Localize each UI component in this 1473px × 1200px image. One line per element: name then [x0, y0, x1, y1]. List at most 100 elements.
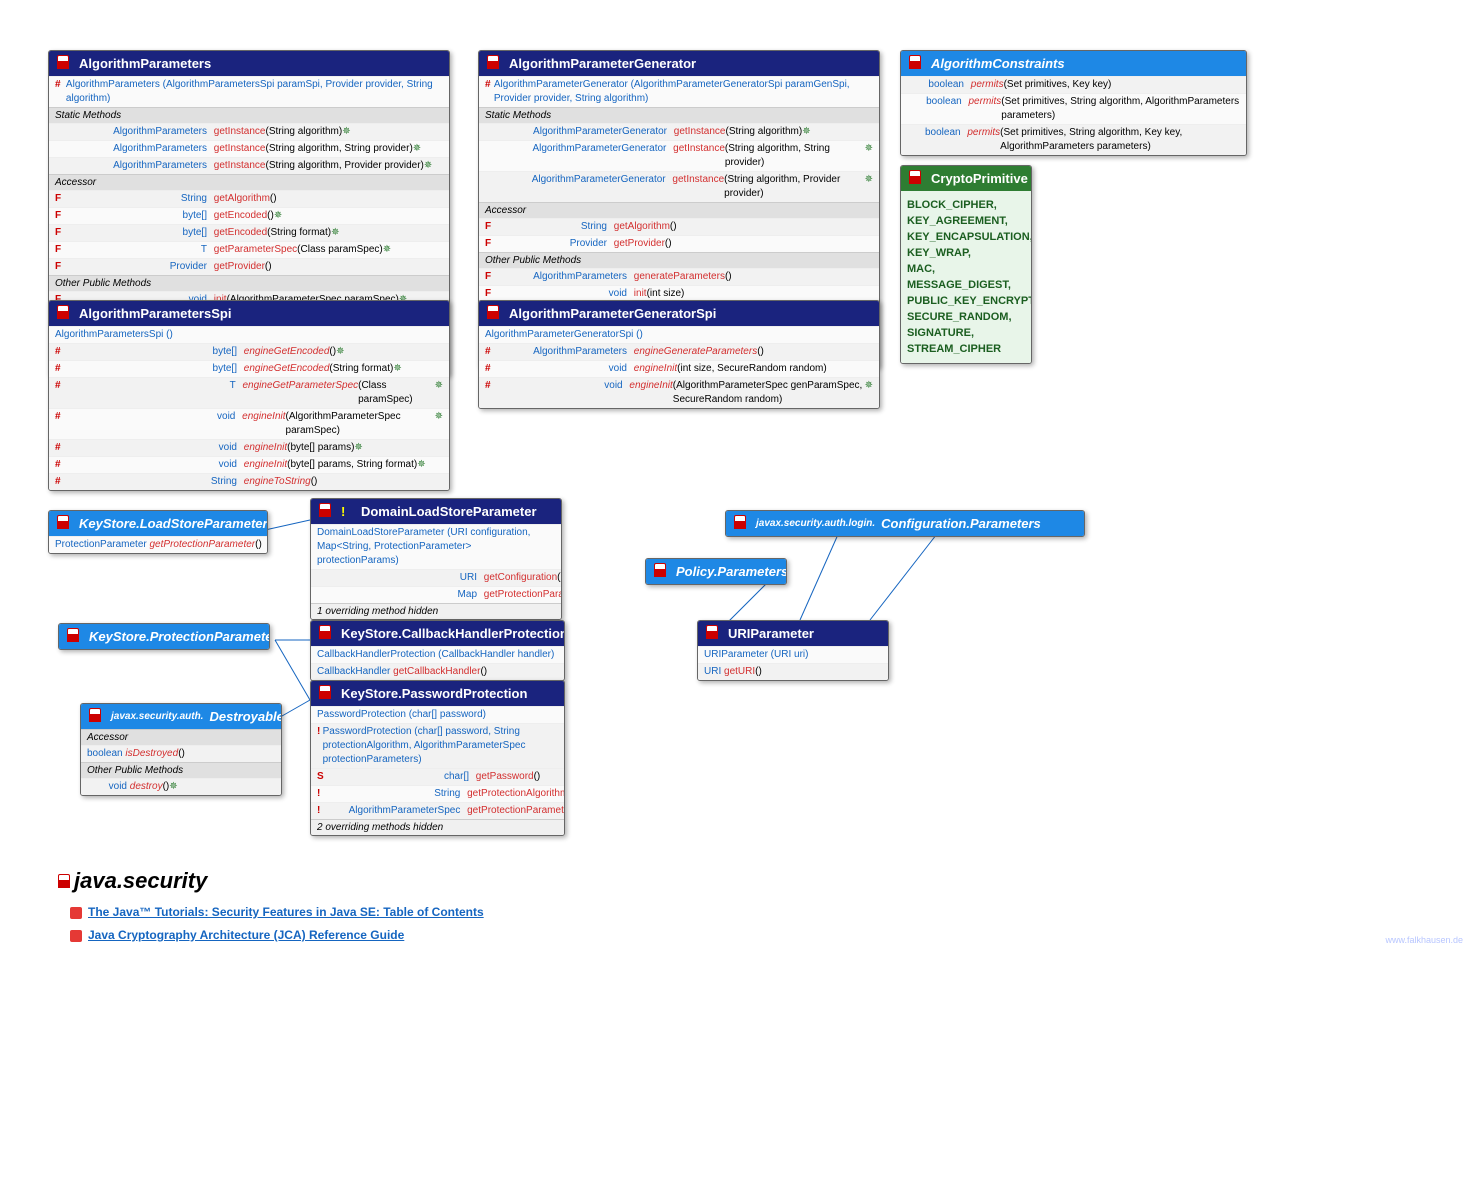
watermark: www.falkhausen.de	[1385, 935, 1463, 970]
section-accessor: Accessor	[81, 729, 281, 745]
method-row: F T getParameterSpec (Class paramSpec) ✵	[49, 241, 449, 258]
constructor: CallbackHandlerProtection (CallbackHandl…	[311, 646, 564, 663]
method-row: ProtectionParameter getProtectionParamet…	[49, 536, 267, 553]
enum-crypto-primitive: CryptoPrimitive BLOCK_CIPHER,KEY_AGREEME…	[900, 165, 1032, 364]
lock-icon	[909, 170, 925, 187]
lock-icon	[706, 625, 722, 642]
section-accessor: Accessor	[49, 174, 449, 190]
interface-algorithm-constraints: AlgorithmConstraints boolean permits (Se…	[900, 50, 1247, 156]
class-callback-handler-protection: KeyStore.CallbackHandlerProtection Callb…	[310, 620, 565, 681]
class-algorithm-parameter-generator-spi: AlgorithmParameterGeneratorSpi Algorithm…	[478, 300, 880, 409]
class-title: AlgorithmConstraints	[931, 56, 1065, 71]
constructor: #AlgorithmParameters (AlgorithmParameter…	[49, 76, 449, 107]
class-title: AlgorithmParameters	[79, 56, 211, 71]
oracle-icon	[70, 930, 82, 942]
constructor: #AlgorithmParameterGenerator (AlgorithmP…	[479, 76, 879, 107]
class-title: Configuration.Parameters	[881, 516, 1041, 531]
hidden-note: 2 overriding methods hidden	[311, 819, 564, 835]
constructor: AlgorithmParameterGeneratorSpi ()	[479, 326, 879, 343]
method-row: !AlgorithmParameterSpec getProtectionPar…	[311, 802, 564, 819]
class-title: AlgorithmParameterGenerator	[509, 56, 696, 71]
section-static: Static Methods	[49, 107, 449, 123]
class-algorithm-parameters-spi: AlgorithmParametersSpi AlgorithmParamete…	[48, 300, 450, 491]
method-row: #void engineInit (AlgorithmParameterSpec…	[479, 377, 879, 408]
lock-icon	[57, 305, 73, 322]
lock-icon	[487, 305, 503, 322]
constructor: !PasswordProtection (char[] password, St…	[311, 723, 564, 768]
interface-policy-parameters: Policy.Parameters	[645, 558, 787, 585]
method-row: AlgorithmParameterGenerator getInstance …	[479, 140, 879, 171]
constructor: PasswordProtection (char[] password)	[311, 706, 564, 723]
class-title: Destroyable	[209, 709, 282, 724]
method-row: #void engineInit (AlgorithmParameterSpec…	[49, 408, 449, 439]
method-row: FString getAlgorithm ()	[49, 190, 449, 207]
lock-icon	[909, 55, 925, 72]
lock-icon	[89, 708, 105, 725]
method-row: FAlgorithmParameters generateParameters …	[479, 268, 879, 285]
lock-icon	[319, 625, 335, 642]
method-row: !String getProtectionAlgorithm ()	[311, 785, 564, 802]
class-password-protection: KeyStore.PasswordProtection PasswordProt…	[310, 680, 565, 836]
method-row: boolean permits (Set primitives, String …	[901, 93, 1246, 124]
method-row: boolean permits (Set primitives, String …	[901, 124, 1246, 155]
method-row: #AlgorithmParameters engineGenerateParam…	[479, 343, 879, 360]
interface-configuration-parameters: javax.security.auth.login.Configuration.…	[725, 510, 1085, 537]
interface-load-store-parameter: KeyStore.LoadStoreParameter ProtectionPa…	[48, 510, 268, 554]
jca-link[interactable]: Java Cryptography Architecture (JCA) Ref…	[70, 928, 404, 942]
method-row: #void engineInit (int size, SecureRandom…	[479, 360, 879, 377]
method-row: #byte[] engineGetEncoded () ✵	[49, 343, 449, 360]
method-row: boolean isDestroyed ()	[81, 745, 281, 762]
class-domain-load-store-parameter: ! DomainLoadStoreParameter DomainLoadSto…	[310, 498, 562, 620]
interface-destroyable: javax.security.auth.Destroyable Accessor…	[80, 703, 282, 796]
method-row: Fbyte[] getEncoded () ✵	[49, 207, 449, 224]
section-other: Other Public Methods	[81, 762, 281, 778]
class-title: DomainLoadStoreParameter	[361, 504, 537, 519]
class-title: URIParameter	[728, 626, 814, 641]
method-row: #String engineToString ()	[49, 473, 449, 490]
package-header: java.security	[58, 868, 207, 894]
method-row: #void engineInit (byte[] params, String …	[49, 456, 449, 473]
method-row: void destroy () ✵	[81, 778, 281, 795]
section-static: Static Methods	[479, 107, 879, 123]
method-row: FString getAlgorithm ()	[479, 218, 879, 235]
lock-icon	[58, 880, 74, 891]
method-row: AlgorithmParameters getInstance (String …	[49, 157, 449, 174]
class-title: KeyStore.PasswordProtection	[341, 686, 527, 701]
method-row: URI getURI ()	[698, 663, 888, 680]
tutorial-link[interactable]: The Java™ Tutorials: Security Features i…	[70, 905, 484, 919]
constructor: DomainLoadStoreParameter (URI configurat…	[311, 524, 561, 569]
class-title: AlgorithmParameterGeneratorSpi	[509, 306, 716, 321]
class-title: KeyStore.CallbackHandlerProtection	[341, 626, 565, 641]
section-other: Other Public Methods	[479, 252, 879, 268]
method-row: AlgorithmParameterGenerator getInstance …	[479, 123, 879, 140]
lock-icon	[67, 628, 83, 645]
method-row: CallbackHandler getCallbackHandler ()	[311, 663, 564, 680]
constructor: AlgorithmParametersSpi ()	[49, 326, 449, 343]
interface-protection-parameter: KeyStore.ProtectionParameter	[58, 623, 270, 650]
section-accessor: Accessor	[479, 202, 879, 218]
method-row: FProvider getProvider ()	[479, 235, 879, 252]
method-row: FProvider getProvider ()	[49, 258, 449, 275]
method-row: # T engineGetParameterSpec (Class paramS…	[49, 377, 449, 408]
class-title: KeyStore.LoadStoreParameter	[79, 516, 268, 531]
class-title: KeyStore.ProtectionParameter	[89, 629, 270, 644]
class-title: CryptoPrimitive	[931, 171, 1028, 186]
class-title: Policy.Parameters	[676, 564, 787, 579]
lock-icon	[57, 515, 73, 532]
hidden-note: 1 overriding method hidden	[311, 603, 561, 619]
oracle-icon	[70, 907, 82, 919]
lock-icon	[487, 55, 503, 72]
method-row: #void engineInit (byte[] params) ✵	[49, 439, 449, 456]
method-row: URI getConfiguration ()	[311, 569, 561, 586]
method-row: #byte[] engineGetEncoded (String format)…	[49, 360, 449, 377]
class-title: AlgorithmParametersSpi	[79, 306, 231, 321]
method-row: AlgorithmParameterGenerator getInstance …	[479, 171, 879, 202]
class-uri-parameter: URIParameter URIParameter (URI uri) URI …	[697, 620, 889, 681]
lock-icon	[654, 563, 670, 580]
method-row: boolean permits (Set primitives, Key key…	[901, 76, 1246, 93]
lock-icon	[319, 503, 335, 520]
lock-icon	[319, 685, 335, 702]
constructor: URIParameter (URI uri)	[698, 646, 888, 663]
method-row: Fbyte[] getEncoded (String format) ✵	[49, 224, 449, 241]
method-row: Schar[] getPassword ()	[311, 768, 564, 785]
